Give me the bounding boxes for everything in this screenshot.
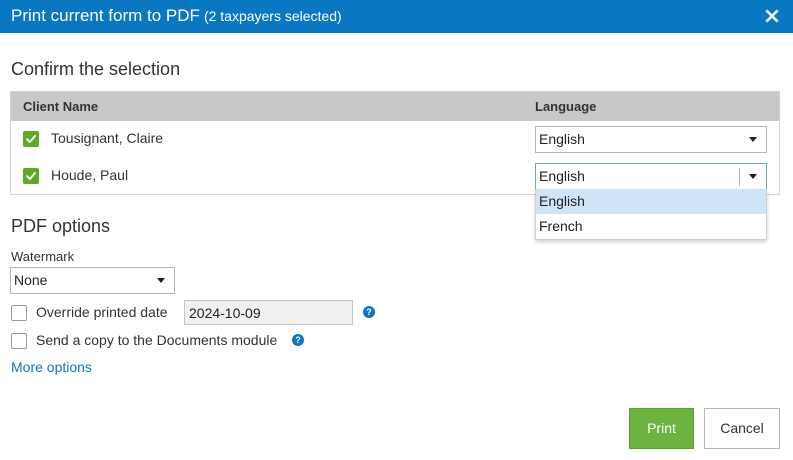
help-icon[interactable]: ? <box>363 306 375 318</box>
dialog-title-text: Print current form to PDF <box>11 6 200 25</box>
language-select-value: English <box>539 168 585 184</box>
more-options-link[interactable]: More options <box>11 359 92 375</box>
language-select-row-1[interactable]: English <box>535 126 767 153</box>
chevron-down-icon <box>749 137 757 142</box>
check-icon <box>26 172 36 180</box>
language-dropdown-menu: English French <box>535 189 767 240</box>
dropdown-option-english[interactable]: English <box>536 189 766 214</box>
print-button[interactable]: Print <box>629 408 694 449</box>
row-checkbox[interactable] <box>23 168 39 184</box>
column-header-language: Language <box>535 99 597 114</box>
chevron-down-icon <box>157 278 165 283</box>
override-date-label: Override printed date <box>36 304 168 320</box>
language-select-row-2[interactable]: English <box>535 163 767 190</box>
dialog-subtitle: (2 taxpayers selected) <box>203 8 342 24</box>
check-icon <box>26 135 36 143</box>
watermark-select-value: None <box>14 272 48 288</box>
dialog-title: Print current form to PDF (2 taxpayers se… <box>11 6 342 26</box>
watermark-select[interactable]: None <box>10 267 175 294</box>
dropdown-option-label: French <box>539 218 583 234</box>
override-date-input[interactable] <box>184 300 353 325</box>
watermark-label: Watermark <box>11 249 75 264</box>
dialog-title-bar: Print current form to PDF (2 taxpayers se… <box>0 0 793 33</box>
table-header: Client Name Language <box>11 92 779 121</box>
select-divider <box>739 168 740 186</box>
confirm-selection-heading: Confirm the selection <box>11 59 181 79</box>
client-name: Tousignant, Claire <box>51 130 164 146</box>
language-select-value: English <box>539 131 585 147</box>
send-copy-label: Send a copy to the Documents module <box>36 332 278 348</box>
pdf-options-heading: PDF options <box>11 216 111 236</box>
cancel-button[interactable]: Cancel <box>704 408 780 449</box>
column-header-client-name: Client Name <box>23 99 99 114</box>
dropdown-option-french[interactable]: French <box>536 214 766 239</box>
close-icon[interactable] <box>764 8 780 24</box>
row-checkbox[interactable] <box>23 131 39 147</box>
override-date-checkbox[interactable] <box>11 305 27 321</box>
client-name: Houde, Paul <box>51 167 129 183</box>
send-copy-checkbox[interactable] <box>11 333 27 349</box>
help-icon[interactable]: ? <box>292 334 304 346</box>
dropdown-option-label: English <box>539 193 585 209</box>
chevron-down-icon <box>749 174 757 179</box>
